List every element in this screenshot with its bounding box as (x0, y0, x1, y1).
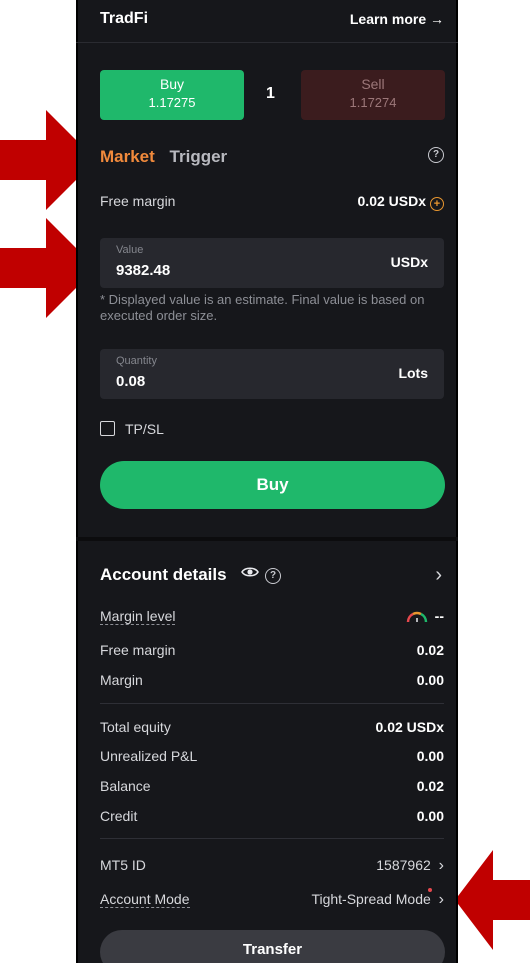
quantity-input-label: Quantity (116, 355, 157, 367)
margin-level-row: Margin level -- (100, 608, 444, 625)
quantity-unit-selector[interactable]: Lots (398, 365, 428, 381)
total-equity-label: Total equity (100, 719, 171, 735)
buy-quote-label: Buy (159, 76, 185, 92)
mt5-id-label: MT5 ID (100, 857, 146, 873)
order-help-icon[interactable]: ? (428, 147, 444, 163)
account-mode-row[interactable]: Account Mode Tight-Spread Mode › (100, 888, 444, 908)
transfer-button[interactable]: Transfer (100, 930, 445, 963)
value-input-label: Value (116, 244, 144, 256)
account-free-margin-value: 0.02 (416, 642, 444, 658)
estimate-note: * Displayed value is an estimate. Final … (100, 292, 425, 323)
account-mode-chevron[interactable]: › (439, 891, 444, 908)
divider (100, 703, 444, 704)
tpsl-checkbox[interactable] (100, 421, 115, 436)
unrealized-pnl-value: 0.00 (416, 748, 444, 764)
section-separator (76, 537, 458, 541)
credit-value: 0.00 (416, 808, 444, 824)
order-type-tabs: Market Trigger (100, 147, 227, 167)
tab-market[interactable]: Market (100, 147, 155, 166)
add-funds-icon[interactable]: + (430, 197, 444, 211)
gauge-icon (406, 611, 427, 623)
account-mode-label[interactable]: Account Mode (100, 891, 190, 908)
mt5-id-chevron[interactable]: › (439, 857, 444, 874)
tpsl-label: TP/SL (125, 421, 164, 437)
trade-panel: TradFi Learn more → Buy 1.17275 1 Sell 1… (76, 0, 458, 963)
free-margin-value: 0.02 USDx (357, 193, 426, 209)
account-free-margin-row: Free margin 0.02 (100, 642, 444, 658)
mt5-id-row[interactable]: MT5 ID 1587962 › (100, 857, 444, 874)
credit-label: Credit (100, 808, 138, 824)
spread-value: 1 (266, 85, 275, 102)
balance-row: Balance 0.02 (100, 778, 444, 794)
value-unit-selector[interactable]: USDx (391, 254, 428, 270)
margin-row: Margin 0.00 (100, 672, 444, 688)
unrealized-pnl-row: Unrealized P&L 0.00 (100, 748, 444, 764)
margin-level-label[interactable]: Margin level (100, 608, 176, 625)
total-equity-row: Total equity 0.02 USDx (100, 719, 444, 735)
balance-label: Balance (100, 778, 151, 794)
margin-value: 0.00 (416, 672, 444, 688)
balance-value: 0.02 (416, 778, 444, 794)
account-free-margin-label: Free margin (100, 642, 176, 658)
account-icons: ? (241, 565, 281, 584)
value-input-text[interactable]: 9382.48 (116, 262, 170, 279)
eye-icon[interactable] (241, 565, 259, 579)
learn-more-link[interactable]: Learn more → (350, 11, 444, 27)
panel-title: TradFi (100, 10, 149, 27)
sell-quote-price: 1.17274 (349, 95, 397, 110)
margin-label: Margin (100, 672, 143, 688)
unrealized-pnl-label: Unrealized P&L (100, 748, 198, 764)
free-margin-label: Free margin (100, 193, 176, 209)
free-margin-row: Free margin 0.02 USDx + (100, 193, 444, 211)
sell-quote-label: Sell (361, 76, 385, 92)
quantity-input-text[interactable]: 0.08 (116, 373, 145, 390)
account-help-icon[interactable]: ? (265, 568, 281, 584)
sell-quote-button[interactable]: Sell 1.17274 (301, 70, 445, 120)
buy-quote-button[interactable]: Buy 1.17275 (100, 70, 244, 120)
tab-trigger[interactable]: Trigger (170, 147, 228, 166)
account-details-title: Account details (100, 565, 227, 584)
notification-dot (428, 888, 432, 892)
buy-quote-price: 1.17275 (148, 95, 196, 110)
mt5-id-value: 1587962 (376, 857, 431, 873)
buy-button[interactable]: Buy (100, 461, 445, 509)
divider (100, 838, 444, 839)
panel-header: TradFi Learn more → (76, 0, 458, 43)
account-mode-value: Tight-Spread Mode (311, 891, 431, 907)
annotation-arrow-account-mode (455, 850, 530, 950)
credit-row: Credit 0.00 (100, 808, 444, 824)
total-equity-value: 0.02 USDx (375, 719, 444, 735)
margin-level-value: -- (434, 608, 444, 624)
quantity-input[interactable]: Quantity 0.08 Lots (100, 349, 444, 399)
account-details-chevron[interactable]: › (435, 564, 442, 587)
tpsl-toggle[interactable]: TP/SL (100, 421, 164, 437)
value-input[interactable]: Value 9382.48 USDx (100, 238, 444, 288)
